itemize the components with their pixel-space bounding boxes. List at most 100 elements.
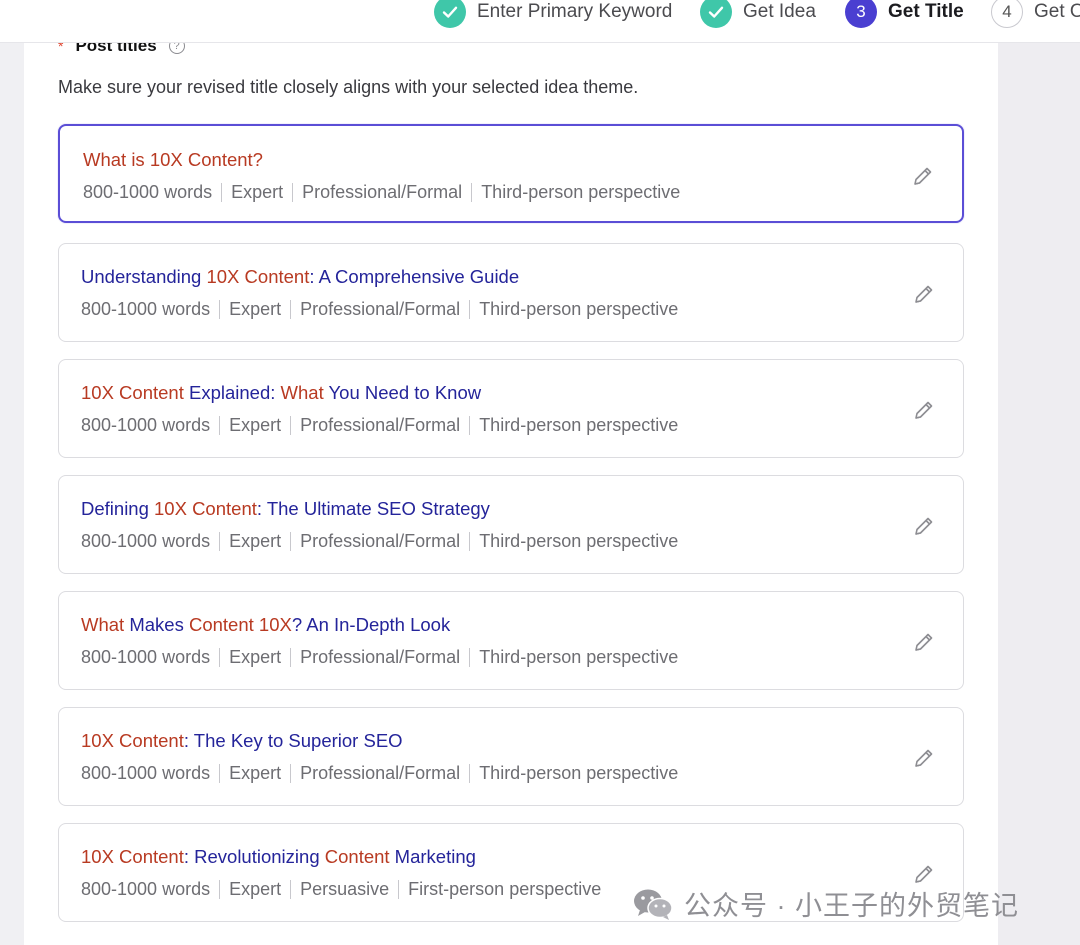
title-segment: 10X Content: [81, 846, 184, 867]
meta-divider: [292, 183, 294, 202]
pencil-icon[interactable]: [912, 746, 936, 770]
step-number: 4: [991, 0, 1023, 28]
check-icon: [434, 0, 466, 28]
title-segment: Content: [324, 846, 390, 867]
card-meta: 800-1000 words Expert Professional/Formal T…: [81, 299, 678, 320]
meta-tag: Professional/Formal: [302, 182, 463, 202]
title-segment: Content 10X: [188, 614, 292, 635]
title-card[interactable]: What Makes Content 10X? An In-Depth Look…: [58, 591, 964, 690]
title-segment: 10X Content: [81, 730, 184, 751]
right-gutter: [998, 0, 1080, 945]
meta-tag: Expert: [229, 415, 282, 435]
title-segment: Explained:: [183, 382, 281, 403]
meta-divider: [290, 532, 292, 551]
card-meta: 800-1000 words Expert Professional/Formal T…: [81, 415, 678, 436]
meta-divider: [219, 416, 221, 435]
meta-divider: [290, 416, 292, 435]
meta-divider: [471, 183, 473, 202]
step-label: Get O: [1034, 1, 1080, 22]
title-segment: 10X Content: [154, 498, 257, 519]
title-card[interactable]: 10X Content: The Key to Superior SEO 800-…: [58, 707, 964, 806]
meta-tag: 800-1000 words: [81, 879, 211, 899]
progress-stepper: Enter Primary Keyword Get Idea 3 Get Tit…: [0, 0, 1080, 43]
title-card[interactable]: What is 10X Content? 800-1000 words Expert…: [58, 124, 964, 223]
title-segment: You Need to Know: [323, 382, 482, 403]
pencil-icon[interactable]: [912, 514, 936, 538]
meta-tag: 800-1000 words: [81, 647, 211, 667]
meta-tag: Third-person perspective: [481, 182, 681, 202]
pencil-icon[interactable]: [912, 398, 936, 422]
card-title: 10X Content Explained: What You Need to …: [81, 382, 481, 404]
step-get-outline[interactable]: 4 Get O: [991, 0, 1080, 29]
meta-tag: Third-person perspective: [479, 763, 679, 783]
meta-divider: [469, 532, 471, 551]
step-label: Get Idea: [743, 1, 816, 22]
meta-tag: Third-person perspective: [479, 415, 679, 435]
card-meta: 800-1000 words Expert Professional/Formal T…: [81, 647, 678, 668]
card-title: Defining 10X Content: The Ultimate SEO S…: [81, 498, 490, 520]
title-segment: : A Comprehensive Guide: [309, 266, 520, 287]
meta-tag: 800-1000 words: [81, 531, 211, 551]
meta-tag: Expert: [229, 763, 282, 783]
meta-divider: [219, 648, 221, 667]
title-segment: Makes: [124, 614, 189, 635]
card-meta: 800-1000 words Expert Professional/Formal T…: [81, 531, 678, 552]
meta-divider: [398, 880, 400, 899]
meta-divider: [290, 300, 292, 319]
title-segment: ? An In-Depth Look: [291, 614, 451, 635]
step-get-idea[interactable]: Get Idea: [700, 0, 816, 29]
title-segment: What: [81, 614, 125, 635]
meta-divider: [469, 648, 471, 667]
meta-tag: Expert: [231, 182, 284, 202]
section-hint: Make sure your revised title closely ali…: [58, 77, 639, 97]
title-card[interactable]: 10X Content Explained: What You Need to …: [58, 359, 964, 458]
step-get-title[interactable]: 3 Get Title: [845, 0, 964, 29]
pencil-icon[interactable]: [912, 862, 936, 886]
step-enter-primary-keyword[interactable]: Enter Primary Keyword: [434, 0, 672, 29]
wechat-icon: [634, 889, 673, 920]
card-title: What is 10X Content?: [83, 149, 263, 171]
meta-divider: [290, 880, 292, 899]
title-card[interactable]: Defining 10X Content: The Ultimate SEO S…: [58, 475, 964, 574]
meta-divider: [219, 880, 221, 899]
pencil-icon[interactable]: [911, 164, 935, 188]
pencil-icon[interactable]: [912, 282, 936, 306]
meta-tag: Professional/Formal: [300, 531, 461, 551]
meta-divider: [469, 764, 471, 783]
card-meta: 800-1000 words Expert Persuasive First-pers…: [81, 879, 601, 900]
meta-divider: [221, 183, 223, 202]
step-label: Enter Primary Keyword: [477, 1, 673, 22]
title-segment: Marketing: [389, 846, 476, 867]
meta-tag: Third-person perspective: [479, 531, 679, 551]
meta-tag: Third-person perspective: [479, 299, 679, 319]
meta-tag: Professional/Formal: [300, 763, 461, 783]
meta-tag: 800-1000 words: [83, 182, 213, 202]
meta-tag: 800-1000 words: [81, 763, 211, 783]
meta-tag: Professional/Formal: [300, 647, 461, 667]
meta-tag: First-person perspective: [408, 879, 602, 899]
meta-divider: [290, 648, 292, 667]
meta-tag: 800-1000 words: [81, 299, 211, 319]
watermark-text: 公众号 · 小王子的外贸笔记: [684, 891, 1019, 921]
title-segment: Defining: [81, 498, 155, 519]
meta-tag: Expert: [229, 879, 282, 899]
title-segment: : The Ultimate SEO Strategy: [256, 498, 490, 519]
title-segment: What is 10X Content?: [83, 149, 263, 170]
meta-divider: [469, 300, 471, 319]
watermark: 公众号 · 小王子的外贸笔记: [632, 884, 1019, 923]
meta-tag: Professional/Formal: [300, 299, 461, 319]
card-title: Understanding 10X Content: A Comprehensi…: [81, 266, 519, 288]
step-label: Get Title: [888, 1, 964, 22]
title-segment: : Revolutionizing: [183, 846, 325, 867]
title-segment: 10X Content: [81, 382, 184, 403]
card-title: What Makes Content 10X? An In-Depth Look: [81, 614, 450, 636]
pencil-icon[interactable]: [912, 630, 936, 654]
meta-tag: Persuasive: [300, 879, 390, 899]
card-title: 10X Content: The Key to Superior SEO: [81, 730, 403, 752]
card-meta: 800-1000 words Expert Professional/Formal T…: [81, 763, 678, 784]
title-segment: : The Key to Superior SEO: [183, 730, 403, 751]
meta-divider: [290, 764, 292, 783]
meta-tag: Expert: [229, 647, 282, 667]
card-meta: 800-1000 words Expert Professional/Formal T…: [83, 182, 680, 203]
title-card[interactable]: Understanding 10X Content: A Comprehensi…: [58, 243, 964, 342]
